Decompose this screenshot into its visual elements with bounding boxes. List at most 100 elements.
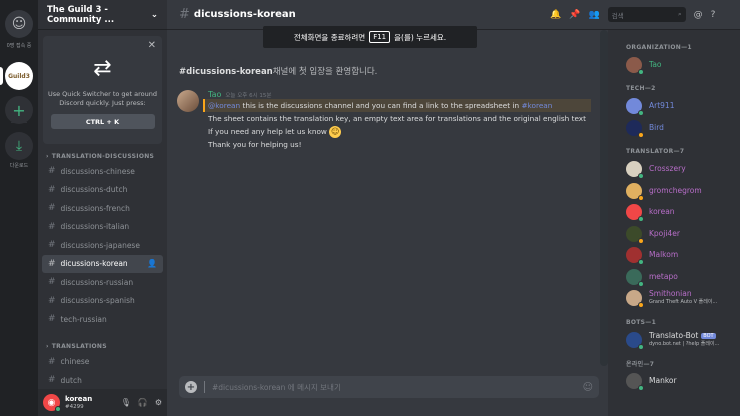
member-group-header: BOTS—1 [626,318,657,326]
status-dot [638,237,644,244]
avatar [626,204,644,223]
server-rail: ☺ 0명 접속 중 Guild3 + ⤓ 다운로드 [0,0,38,416]
member-group-header: TRANSLATOR—7 [626,148,685,155]
avatar[interactable]: ◉ [43,394,61,412]
channel-discussions-chinese[interactable]: # discussions-chinese [42,162,163,181]
avatar [626,247,644,266]
mention-icon[interactable]: @ [694,10,703,20]
member-item[interactable]: korean [608,202,740,224]
channel-discussions-french[interactable]: # discussions-french [42,199,163,218]
member-item[interactable]: Mankor [608,371,740,393]
avatar [626,161,644,180]
member-group-header: ORGANIZATION—1 [626,43,692,51]
category-header[interactable]: › TRANSLATIONS [38,341,167,353]
category-header[interactable]: › TRANSLATION-DISCUSSIONS [38,150,167,162]
hash-icon: # [48,375,56,386]
status-dot [638,302,644,309]
close-icon[interactable]: ✕ [148,40,156,51]
members-icon[interactable]: 👥 [588,10,599,20]
member-name: Tao [649,59,662,69]
message-author[interactable]: Tao [208,90,221,99]
channel-dicussions-korean[interactable]: # dicussions-korean 👤 [42,254,163,273]
microphone-icon[interactable]: 🎙 [121,398,131,407]
search-input[interactable]: 검색 ⌕ [607,7,686,22]
status-dot [638,385,644,392]
member-item[interactable]: gromchegrom [608,180,740,202]
member-item[interactable]: Smithonian Grand Theft Auto V 플레이... [608,288,740,310]
server-name: The Guild 3 - Community ... [47,4,115,25]
message-line: The sheet contains the translation key, … [208,114,586,123]
message-line: If you need any help let us know ☺ [208,126,342,138]
avatar [626,119,644,138]
status-dot [55,406,61,412]
avatar [626,56,644,75]
member-item[interactable]: Bird [608,117,740,139]
member-item[interactable]: Crosszery [608,159,740,181]
bell-icon[interactable]: 🔔 [550,10,561,20]
member-item[interactable]: Translato-Bot BOT dyno.bot.net | ?help 플레이… [608,329,740,351]
guild3-server-icon[interactable]: Guild3 [5,62,33,90]
member-item[interactable]: Malkom [608,245,740,267]
chat-area: # dicussions-korean 전체화면을 종료하려면 F11 을(를)… [167,0,608,416]
member-item[interactable]: metapo [608,266,740,288]
home-button[interactable]: ☺ [5,10,33,38]
download-apps-button[interactable]: ⤓ [5,132,33,160]
channel-tech-russian[interactable]: # tech-russian [42,310,163,329]
channel-discussions-dutch[interactable]: # discussions-dutch [42,181,163,200]
add-server-button[interactable]: + [5,96,33,124]
help-icon[interactable]: ? [711,10,716,20]
channel-discussions-japanese[interactable]: # discussions-japanese [42,236,163,255]
chat-scrollbar[interactable] [600,30,608,366]
gear-icon[interactable]: ⚙ [155,398,162,407]
status-dot [638,131,644,138]
status-dot [638,216,644,223]
upload-plus-icon[interactable]: + [185,381,197,393]
channel-mention[interactable]: #korean [521,101,552,110]
hash-icon: # [48,221,56,232]
download-label: 다운로드 [9,163,29,169]
member-name: Malkom [649,250,679,260]
user-mention[interactable]: @korean [208,101,240,110]
quick-switcher-text: Use Quick Switcher to get around Discord… [47,90,158,107]
channel-title: dicussions-korean [193,9,296,20]
member-name: gromchegrom [649,185,702,195]
message-input[interactable]: #dicussions-korean 에 메시지 보내기 [212,382,583,393]
member-list: ORGANIZATION—1 Tao TECH—2 Art911 Bird TRANSLA… [608,30,740,416]
hash-icon: # [48,314,56,325]
member-name: Bird [649,122,664,132]
channel-welcome: #dicussions-korean채널에 첫 입장을 환영합니다. [179,67,378,77]
channel-discussions-italian[interactable]: # discussions-italian [42,218,163,237]
pin-icon[interactable]: 📌 [569,10,580,20]
member-item[interactable]: Tao [608,54,740,76]
channel-sidebar: The Guild 3 - Community ... ⌄ ✕ ⇄ Use Qu… [38,0,167,416]
channel-discussions-spanish[interactable]: # discussions-spanish [42,292,163,311]
member-item[interactable]: Art911 [608,96,740,118]
message: Tao 오늘 오후 6시 15분 @korean this is the disc… [177,90,597,151]
member-name: korean [649,207,675,217]
user-discriminator: #4299 [65,403,84,410]
emoji-picker-icon[interactable]: ☺ [583,382,593,393]
status-dot [638,280,644,287]
shortcut-key: CTRL + K [50,114,155,129]
member-name: Smithonian Grand Theft Auto V 플레이... [649,289,718,306]
invite-icon[interactable]: 👤 [147,259,157,268]
hash-icon: # [48,240,56,251]
avatar [626,182,644,201]
swap-arrows-icon: ⇄ [93,55,112,81]
channel-dutch[interactable]: # dutch [42,371,163,390]
member-group-header: 온라인—7 [626,361,655,368]
status-dot [638,194,644,201]
channel-discussions-russian[interactable]: # discussions-russian [42,273,163,292]
chevron-down-icon: ⌄ [150,9,158,20]
server-header[interactable]: The Guild 3 - Community ... ⌄ [38,0,167,30]
message-composer[interactable]: + #dicussions-korean 에 메시지 보내기 ☺ [179,376,599,398]
headphones-icon[interactable]: 🎧 [138,398,148,407]
channel-chinese[interactable]: # chinese [42,353,163,372]
hash-icon: # [48,184,56,195]
friends-icon: ☺ [11,16,27,32]
avatar[interactable] [177,90,199,112]
avatar [626,98,644,117]
smile-emoji-icon: ☺ [329,126,342,138]
member-name: Translato-Bot BOT dyno.bot.net | ?help 플레이… [649,330,720,347]
member-item[interactable]: Kpoji4er [608,223,740,245]
